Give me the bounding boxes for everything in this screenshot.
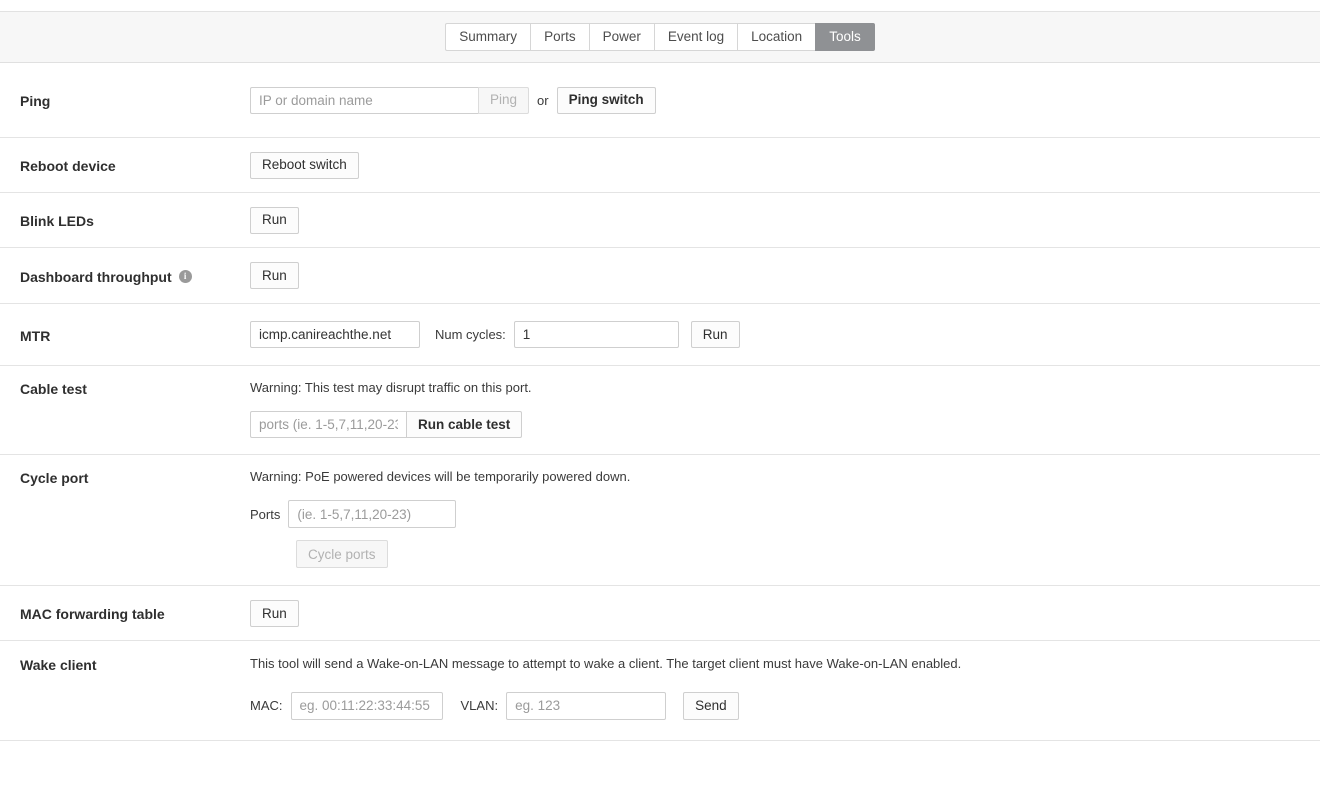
blink-controls: Run — [250, 206, 1300, 234]
wake-client-mac-label: MAC: — [250, 698, 283, 714]
run-cable-test-button[interactable]: Run cable test — [406, 411, 523, 439]
row-body-cable-test: Warning: This test may disrupt traffic o… — [250, 379, 1300, 439]
mtr-controls: Num cycles: Run — [250, 321, 1300, 348]
tab-event-log[interactable]: Event log — [653, 23, 738, 51]
ping-label-text: Ping — [20, 93, 51, 109]
wake-client-controls: MAC: VLAN: Send — [250, 691, 1300, 720]
tab-power[interactable]: Power — [588, 23, 654, 51]
mtr-run-button[interactable]: Run — [690, 321, 740, 348]
row-label-mac-forwarding-table: MAC forwarding table — [20, 604, 250, 622]
reboot-controls: Reboot switch — [250, 151, 1300, 179]
row-dashboard-throughput: Dashboard throughput i Run — [0, 248, 1320, 304]
tab-location[interactable]: Location — [737, 23, 816, 51]
reboot-label-text: Reboot device — [20, 158, 116, 174]
cycle-ports-button[interactable]: Cycle ports — [296, 540, 388, 569]
row-label-reboot-device: Reboot device — [20, 156, 250, 174]
wake-client-mac-input[interactable] — [290, 691, 443, 720]
ping-or-text: or — [537, 92, 549, 108]
tab-tools[interactable]: Tools — [815, 23, 875, 51]
ping-button[interactable]: Ping — [478, 86, 530, 114]
cycle-port-ports-label: Ports — [250, 506, 281, 522]
ping-controls: Ping or Ping switch — [250, 86, 1300, 114]
row-reboot-device: Reboot device Reboot switch — [0, 138, 1320, 193]
ping-input-group: Ping — [250, 86, 530, 114]
mac-forwarding-controls: Run — [250, 599, 1300, 627]
row-body-cycle-port: Warning: PoE powered devices will be tem… — [250, 468, 1300, 569]
info-icon[interactable]: i — [178, 270, 192, 283]
row-blink-leds: Blink LEDs Run — [0, 193, 1320, 248]
row-cycle-port: Cycle port Warning: PoE powered devices … — [0, 455, 1320, 587]
tab-ports[interactable]: Ports — [530, 23, 589, 51]
mtr-host-input[interactable] — [250, 321, 420, 348]
row-body-mac-forwarding: Run — [250, 599, 1300, 627]
tab-summary[interactable]: Summary — [445, 23, 531, 51]
wake-client-vlan-label: VLAN: — [460, 698, 499, 714]
row-wake-client: Wake client This tool will send a Wake-o… — [0, 641, 1320, 741]
wake-client-description: This tool will send a Wake-on-LAN messag… — [250, 656, 962, 672]
cycle-port-warning: Warning: PoE powered devices will be tem… — [250, 469, 631, 485]
mac-forwarding-run-button[interactable]: Run — [250, 599, 299, 627]
cycle-port-ports-controls: Ports — [250, 500, 1300, 529]
tools-panel: Ping Ping or Ping switch Reboot device R… — [0, 63, 1320, 741]
row-body-blink: Run — [250, 206, 1300, 234]
cycle-port-action-controls: Cycle ports — [250, 540, 1300, 569]
row-cable-test: Cable test Warning: This test may disrup… — [0, 366, 1320, 456]
cable-test-controls: Run cable test — [250, 411, 1300, 439]
cycle-port-label-text: Cycle port — [20, 470, 89, 487]
wake-client-label-text: Wake client — [20, 657, 97, 674]
cycle-port-spacer-1 — [250, 486, 1300, 500]
mtr-label-text: MTR — [20, 327, 51, 344]
row-mac-forwarding-table: MAC forwarding table Run — [0, 586, 1320, 642]
blink-leds-run-button[interactable]: Run — [250, 206, 299, 234]
cycle-port-ports-input[interactable] — [288, 500, 457, 529]
dashboard-throughput-controls: Run — [250, 262, 1300, 289]
row-body-ping: Ping or Ping switch — [250, 86, 1300, 114]
cable-test-label-text: Cable test — [20, 381, 87, 397]
mtr-num-cycles-label: Num cycles: — [435, 327, 506, 342]
row-label-dashboard-throughput: Dashboard throughput i — [20, 267, 250, 285]
blink-label-text: Blink LEDs — [20, 213, 94, 229]
mtr-num-cycles-input[interactable] — [513, 321, 679, 348]
row-body-reboot: Reboot switch — [250, 151, 1300, 179]
cable-test-input-group: Run cable test — [250, 411, 523, 439]
cable-test-warning: Warning: This test may disrupt traffic o… — [250, 380, 532, 395]
row-mtr: MTR Num cycles: Run — [0, 304, 1320, 366]
cable-test-spacer — [250, 397, 1300, 411]
row-label-ping: Ping — [20, 91, 250, 109]
row-label-wake-client: Wake client — [20, 655, 250, 673]
ping-host-input[interactable] — [250, 86, 478, 114]
row-body-wake-client: This tool will send a Wake-on-LAN messag… — [250, 655, 1300, 720]
row-label-mtr: MTR — [20, 326, 250, 344]
reboot-switch-button[interactable]: Reboot switch — [250, 151, 359, 179]
mac-forwarding-label-text: MAC forwarding table — [20, 606, 165, 623]
row-ping: Ping Ping or Ping switch — [0, 63, 1320, 138]
cycle-port-spacer-2 — [250, 528, 1300, 540]
row-body-dashboard-throughput: Run — [250, 262, 1300, 289]
ping-switch-button[interactable]: Ping switch — [556, 86, 656, 114]
cable-test-ports-input[interactable] — [250, 411, 406, 439]
tab-list: Summary Ports Power Event log Location T… — [445, 23, 875, 51]
dashboard-throughput-run-button[interactable]: Run — [250, 262, 299, 289]
row-label-blink-leds: Blink LEDs — [20, 211, 250, 229]
device-tab-bar: Summary Ports Power Event log Location T… — [0, 11, 1320, 63]
dashboard-throughput-label-text: Dashboard throughput — [20, 268, 172, 285]
row-body-mtr: Num cycles: Run — [250, 321, 1300, 348]
row-label-cable-test: Cable test — [20, 379, 250, 397]
wake-client-spacer — [250, 674, 1300, 692]
wake-client-vlan-input[interactable] — [506, 691, 667, 720]
wake-client-send-button[interactable]: Send — [683, 691, 739, 720]
row-label-cycle-port: Cycle port — [20, 468, 250, 486]
